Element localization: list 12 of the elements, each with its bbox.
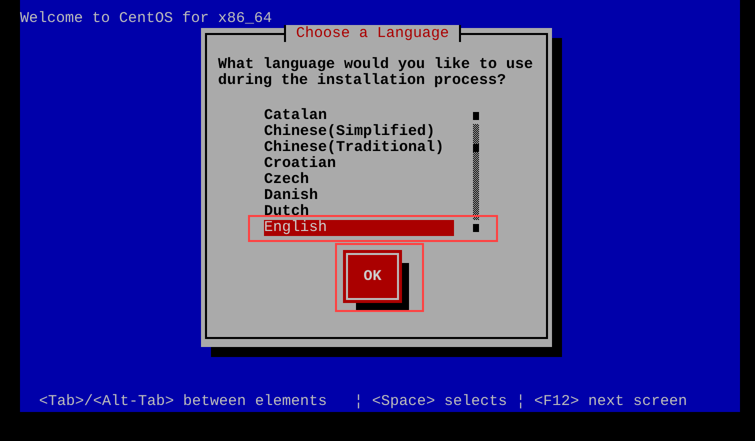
language-option[interactable]: Chinese(Traditional) (264, 140, 454, 156)
status-bar-hints: <Tab>/<Alt-Tab> between elements ¦ <Space> selects ¦ <F12> next screen (39, 394, 688, 410)
language-option[interactable]: Danish (264, 188, 454, 204)
screen-title: Welcome to CentOS for x86_64 (20, 11, 272, 27)
language-option[interactable]: Czech (264, 172, 454, 188)
language-option[interactable]: English (264, 220, 454, 236)
language-option[interactable]: Croatian (264, 156, 454, 172)
language-option[interactable]: Chinese(Simplified) (264, 124, 454, 140)
language-option[interactable]: Dutch (264, 204, 454, 220)
language-option[interactable]: Catalan (264, 108, 454, 124)
dialog-title: Choose a Language (284, 25, 462, 42)
prompt-text: What language would you like to use during the installation process? (218, 57, 534, 89)
